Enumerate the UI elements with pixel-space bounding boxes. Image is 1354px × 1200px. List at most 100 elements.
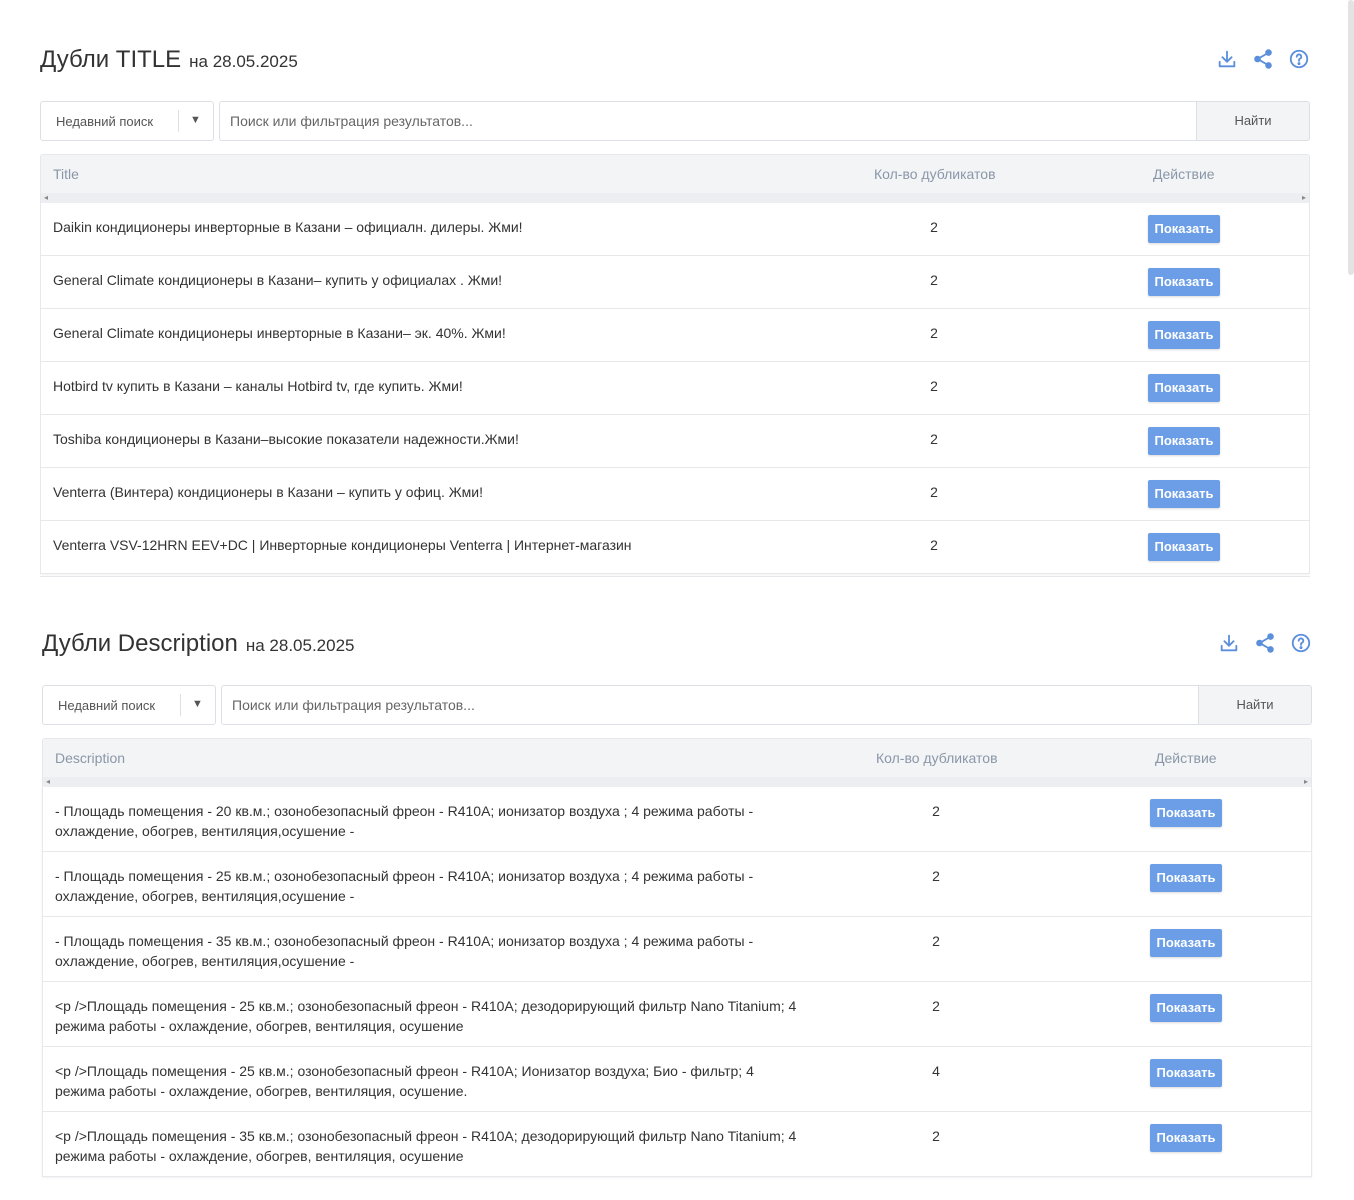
- count-cell: 2: [932, 803, 940, 819]
- count-cell: 2: [930, 272, 938, 288]
- share-icon[interactable]: [1252, 48, 1274, 70]
- column-header-count[interactable]: Кол-во дубликатов: [874, 166, 996, 182]
- description-line: <p />Площадь помещения - 25 кв.м.; озоно…: [55, 1063, 754, 1079]
- scroll-left-icon[interactable]: ◂: [44, 193, 48, 203]
- table-row: - Площадь помещения - 20 кв.м.; озонобез…: [42, 787, 1312, 852]
- count-cell: 2: [932, 998, 940, 1014]
- description-cell: <p />Площадь помещения - 25 кв.м.; озоно…: [55, 1061, 754, 1101]
- recent-search-label: Недавний поиск: [58, 698, 156, 713]
- count-cell: 4: [932, 1063, 940, 1079]
- description-line: - Площадь помещения - 25 кв.м.; озонобез…: [55, 868, 754, 884]
- section-title: Дубли Description на 28.05.2025: [42, 630, 355, 658]
- count-cell: 2: [932, 868, 940, 884]
- title-duplicates-table: Title Кол-во дубликатов Действие ◂ ▸ Dai…: [40, 154, 1310, 577]
- dropdown-divider: [180, 694, 181, 716]
- scroll-left-icon[interactable]: ◂: [46, 777, 50, 787]
- scroll-right-icon[interactable]: ▸: [1304, 777, 1308, 787]
- description-cell: - Площадь помещения - 20 кв.м.; озонобез…: [55, 801, 753, 841]
- table-row: Venterra (Винтера) кондиционеры в Казани…: [40, 468, 1310, 521]
- description-cell: <p />Площадь помещения - 35 кв.м.; озоно…: [55, 1126, 796, 1166]
- show-button[interactable]: Показать: [1148, 533, 1220, 561]
- show-button[interactable]: Показать: [1148, 374, 1220, 402]
- description-line: - Площадь помещения - 20 кв.м.; озонобез…: [55, 803, 754, 819]
- page-scrollbar[interactable]: [1348, 0, 1354, 275]
- table-row: Daikin кондиционеры инверторные в Казани…: [40, 203, 1310, 256]
- count-cell: 2: [930, 537, 938, 553]
- title-cell: Daikin кондиционеры инверторные в Казани…: [53, 219, 523, 235]
- recent-search-label: Недавний поиск: [56, 114, 154, 129]
- table-row: General Climate кондиционеры инверторные…: [40, 309, 1310, 362]
- description-line: режима работы - охлаждение, обогрев, вен…: [55, 1083, 468, 1099]
- table-row: Toshiba кондиционеры в Казани–высокие по…: [40, 415, 1310, 468]
- count-cell: 2: [932, 1128, 940, 1144]
- show-button[interactable]: Показать: [1148, 268, 1220, 296]
- description-line: <p />Площадь помещения - 25 кв.м.; озоно…: [55, 998, 797, 1014]
- show-button[interactable]: Показать: [1148, 480, 1220, 508]
- recent-search-dropdown[interactable]: Недавний поиск ▼: [40, 101, 214, 141]
- column-header-title[interactable]: Title: [53, 166, 79, 182]
- show-button[interactable]: Показать: [1150, 1059, 1222, 1087]
- section-header: Дубли TITLE на 28.05.2025: [40, 40, 1310, 80]
- table-row: - Площадь помещения - 25 кв.м.; озонобез…: [42, 852, 1312, 917]
- section-title: Дубли TITLE на 28.05.2025: [40, 46, 298, 74]
- search-input[interactable]: [222, 686, 1199, 724]
- title-cell: General Climate кондиционеры инверторные…: [53, 325, 506, 341]
- section-heading: Дубли Description: [42, 630, 238, 657]
- description-line: <p />Площадь помещения - 35 кв.м.; озоно…: [55, 1128, 797, 1144]
- recent-search-dropdown[interactable]: Недавний поиск ▼: [42, 685, 216, 725]
- show-button[interactable]: Показать: [1150, 799, 1222, 827]
- description-line: - Площадь помещения - 35 кв.м.; озонобез…: [55, 933, 754, 949]
- description-line: охлаждение, обогрев, вентиляция,осушение…: [55, 953, 355, 969]
- help-icon[interactable]: [1290, 632, 1312, 654]
- caret-down-icon[interactable]: ▼: [190, 114, 201, 126]
- column-header-description[interactable]: Description: [55, 750, 125, 766]
- section-date: на 28.05.2025: [245, 636, 355, 655]
- title-cell: Venterra (Винтера) кондиционеры в Казани…: [53, 484, 483, 500]
- search-input[interactable]: [220, 102, 1197, 140]
- search-row: Недавний поиск ▼ Найти: [42, 685, 1312, 725]
- description-duplicates-table: Description Кол-во дубликатов Действие ◂…: [42, 738, 1312, 1177]
- column-header-count[interactable]: Кол-во дубликатов: [876, 750, 998, 766]
- show-button[interactable]: Показать: [1150, 994, 1222, 1022]
- show-button[interactable]: Показать: [1150, 1124, 1222, 1152]
- horizontal-scrollbar[interactable]: ◂ ▸: [40, 193, 1310, 203]
- title-cell: Venterra VSV-12HRN EEV+DC | Инверторные …: [53, 537, 632, 553]
- table-row: Hotbird tv купить в Казани – каналы Hotb…: [40, 362, 1310, 415]
- dropdown-divider: [178, 110, 179, 132]
- caret-down-icon[interactable]: ▼: [192, 698, 203, 710]
- description-line: охлаждение, обогрев, вентиляция,осушение…: [55, 823, 355, 839]
- show-button[interactable]: Показать: [1150, 929, 1222, 957]
- column-header-action: Действие: [1153, 166, 1215, 182]
- show-button[interactable]: Показать: [1150, 864, 1222, 892]
- show-button[interactable]: Показать: [1148, 215, 1220, 243]
- header-icons: [1218, 632, 1312, 654]
- table-body: - Площадь помещения - 20 кв.м.; озонобез…: [42, 787, 1312, 1177]
- horizontal-scrollbar[interactable]: ◂ ▸: [42, 777, 1312, 787]
- table-row: <p />Площадь помещения - 25 кв.м.; озоно…: [42, 982, 1312, 1047]
- count-cell: 2: [932, 933, 940, 949]
- show-button[interactable]: Показать: [1148, 321, 1220, 349]
- table-row: Venterra VSV-12HRN EEV+DC | Инверторные …: [40, 521, 1310, 574]
- table-row: - Площадь помещения - 35 кв.м.; озонобез…: [42, 917, 1312, 982]
- help-icon[interactable]: [1288, 48, 1310, 70]
- show-button[interactable]: Показать: [1148, 427, 1220, 455]
- scroll-right-icon[interactable]: ▸: [1302, 193, 1306, 203]
- title-cell: Toshiba кондиционеры в Казани–высокие по…: [53, 431, 519, 447]
- table-body: Daikin кондиционеры инверторные в Казани…: [40, 203, 1310, 577]
- find-button[interactable]: Найти: [1196, 101, 1310, 141]
- download-icon[interactable]: [1216, 48, 1238, 70]
- table-header: Title Кол-во дубликатов Действие: [40, 154, 1310, 193]
- search-field[interactable]: [219, 101, 1197, 141]
- table-header: Description Кол-во дубликатов Действие: [42, 738, 1312, 777]
- table-row: <p />Площадь помещения - 35 кв.м.; озоно…: [42, 1112, 1312, 1177]
- description-cell: <p />Площадь помещения - 25 кв.м.; озоно…: [55, 996, 796, 1036]
- description-cell: - Площадь помещения - 25 кв.м.; озонобез…: [55, 866, 753, 906]
- find-button[interactable]: Найти: [1198, 685, 1312, 725]
- description-line: охлаждение, обогрев, вентиляция,осушение…: [55, 888, 355, 904]
- download-icon[interactable]: [1218, 632, 1240, 654]
- search-field[interactable]: [221, 685, 1199, 725]
- share-icon[interactable]: [1254, 632, 1276, 654]
- section-header: Дубли Description на 28.05.2025: [42, 624, 1312, 664]
- count-cell: 2: [930, 378, 938, 394]
- table-row: General Climate кондиционеры в Казани– к…: [40, 256, 1310, 309]
